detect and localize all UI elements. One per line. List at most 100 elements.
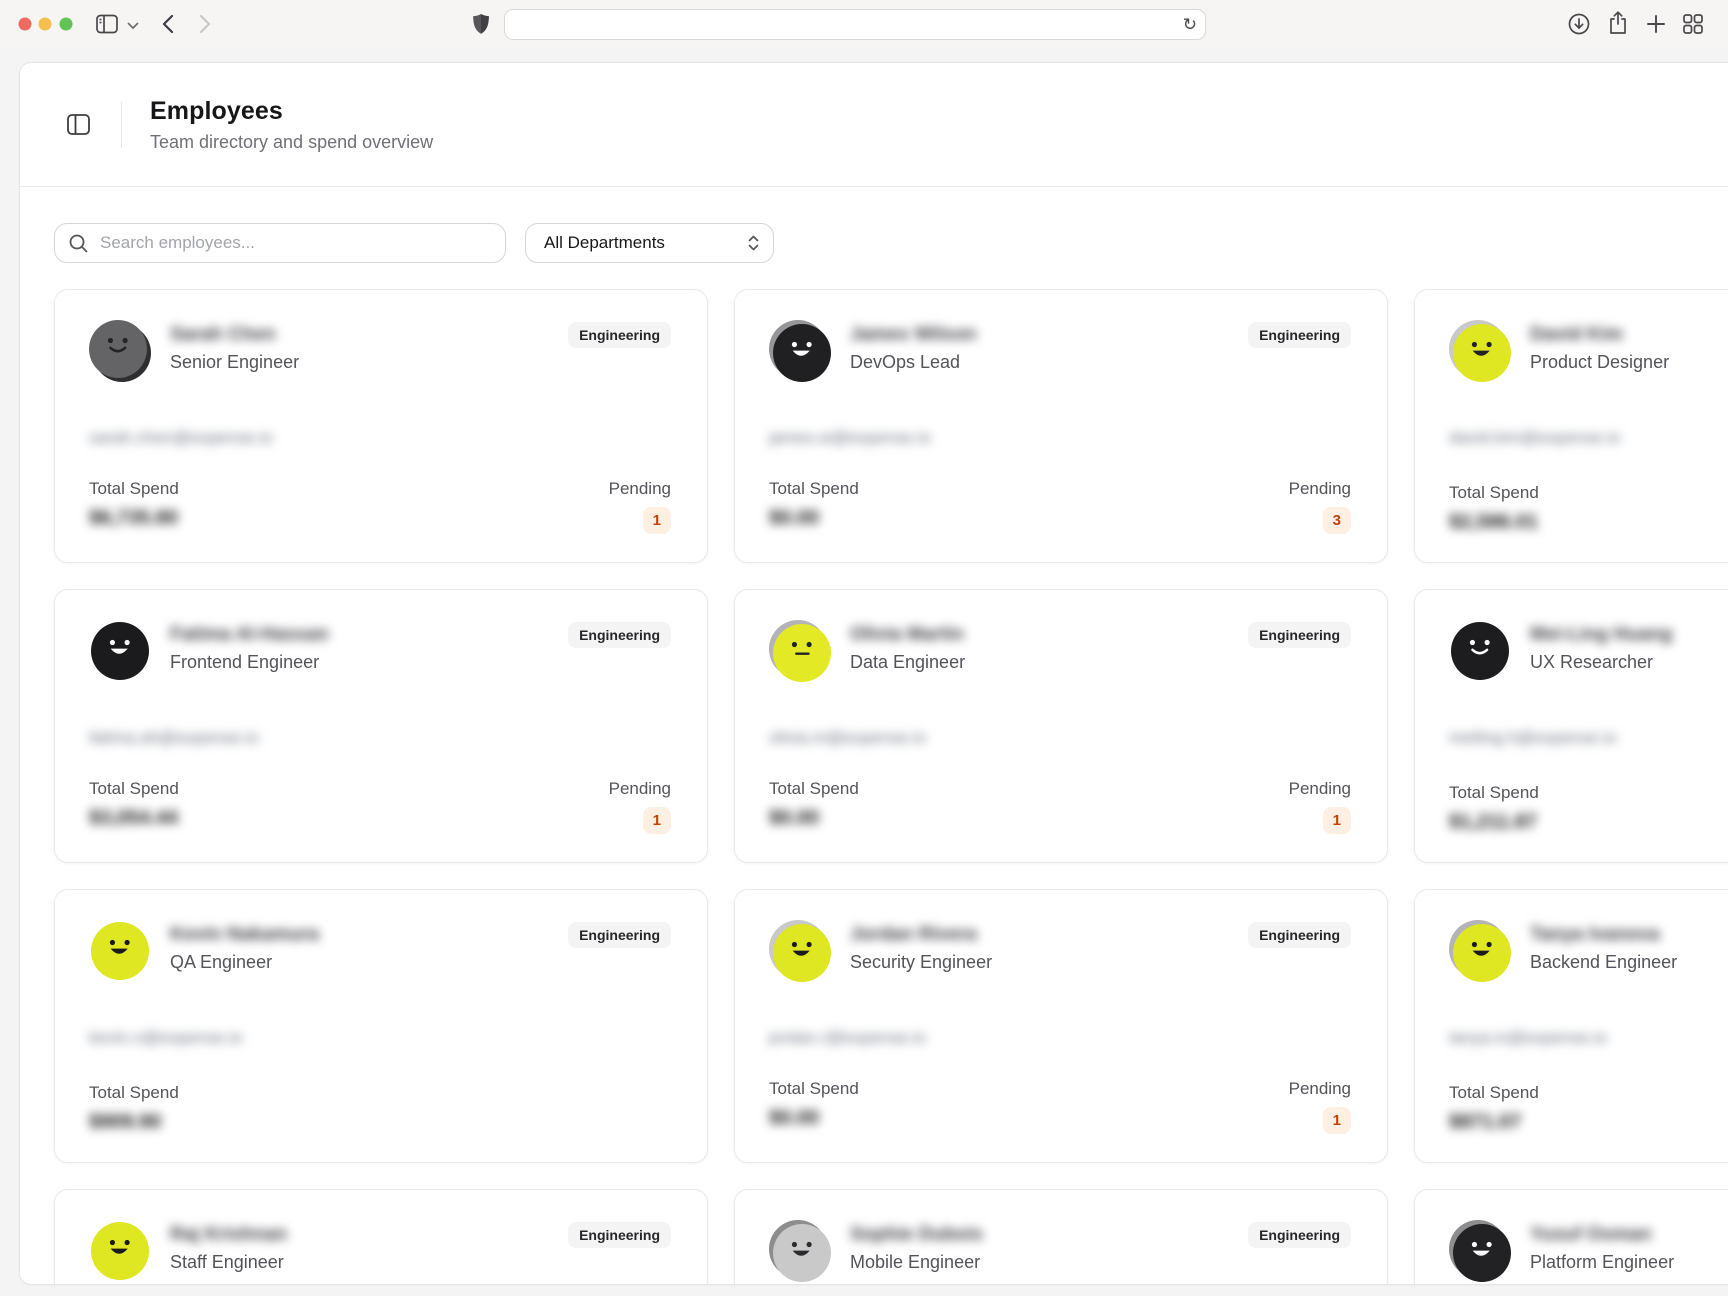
employee-role: Mobile Engineer xyxy=(850,1252,983,1273)
avatar xyxy=(89,1220,151,1282)
employee-email: kevin.n@expense.io xyxy=(89,1028,242,1048)
pending-count-badge: 1 xyxy=(643,807,671,834)
header-divider xyxy=(121,102,122,148)
reload-icon[interactable]: ↻ xyxy=(1183,15,1197,35)
department-badge: Engineering xyxy=(1248,922,1351,948)
employee-card[interactable]: Sophie Dubois Mobile Engineer Engineerin… xyxy=(734,1189,1388,1285)
window-zoom-button[interactable] xyxy=(60,18,73,31)
avatar xyxy=(89,620,151,682)
back-icon[interactable] xyxy=(163,15,174,34)
forward-icon[interactable] xyxy=(200,15,211,34)
pending-label: Pending xyxy=(1289,779,1351,799)
total-spend-value: $2,586.01 xyxy=(1449,511,1538,534)
address-bar[interactable]: ↻ xyxy=(504,9,1206,40)
employee-email: olivia.m@expense.io xyxy=(769,728,926,748)
employee-email: sarah.chen@expense.io xyxy=(89,428,273,448)
employee-name: Raj Krishnan xyxy=(170,1224,287,1246)
search-box[interactable] xyxy=(54,223,506,263)
page-title: Employees xyxy=(150,97,433,126)
employee-card[interactable]: Mei-Ling Huang UX Researcher Engineering… xyxy=(1414,589,1728,863)
employee-name: Fatima Al-Hassan xyxy=(170,624,329,646)
employee-email: fatima.ah@expense.io xyxy=(89,728,258,748)
department-filter-value: All Departments xyxy=(544,233,665,253)
employee-card[interactable]: Tanya Ivanova Backend Engineer Engineeri… xyxy=(1414,889,1728,1163)
avatar xyxy=(769,620,831,682)
total-spend-value: $909.90 xyxy=(89,1111,161,1134)
employee-card[interactable]: Yusuf Osman Platform Engineer Engineerin… xyxy=(1414,1189,1728,1285)
employee-card[interactable]: Kevin Nakamura QA Engineer Engineering k… xyxy=(54,889,708,1163)
employee-role: UX Researcher xyxy=(1530,652,1672,673)
employee-role: Security Engineer xyxy=(850,952,992,973)
tab-overview-icon[interactable] xyxy=(1683,14,1703,34)
search-input[interactable] xyxy=(100,233,491,253)
total-spend-label: Total Spend xyxy=(769,479,859,499)
employee-card[interactable]: James Wilson DevOps Lead Engineering jam… xyxy=(734,289,1388,563)
employee-role: Platform Engineer xyxy=(1530,1252,1674,1273)
employee-card[interactable]: Sarah Chen Senior Engineer Engineering s… xyxy=(54,289,708,563)
browser-toolbar: ↻ xyxy=(0,0,1728,49)
avatar xyxy=(1449,1220,1511,1282)
employee-role: Product Designer xyxy=(1530,352,1669,373)
sidebar-icon[interactable] xyxy=(96,15,118,34)
app-panel: Employees Team directory and spend overv… xyxy=(19,62,1728,1285)
downloads-icon[interactable] xyxy=(1569,14,1590,35)
avatar-face-icon xyxy=(788,1239,818,1261)
avatar-face-icon xyxy=(788,939,818,961)
pending-count-badge: 3 xyxy=(1323,507,1351,534)
window-close-button[interactable] xyxy=(19,18,32,31)
employee-card[interactable]: Raj Krishnan Staff Engineer Engineering … xyxy=(54,1189,708,1285)
employee-role: Senior Engineer xyxy=(170,352,299,373)
employee-card-grid: Sarah Chen Senior Engineer Engineering s… xyxy=(54,289,1728,1285)
avatar xyxy=(769,320,831,382)
employee-name: Olivia Martin xyxy=(850,624,965,646)
department-badge: Engineering xyxy=(568,622,671,648)
total-spend-value: $3,054.44 xyxy=(89,807,178,830)
avatar-face-icon xyxy=(106,637,136,659)
employee-card[interactable]: Olivia Martin Data Engineer Engineering … xyxy=(734,589,1388,863)
avatar xyxy=(1449,920,1511,982)
employee-name: James Wilson xyxy=(850,324,977,346)
employee-name: Mei-Ling Huang xyxy=(1530,624,1672,646)
employee-role: DevOps Lead xyxy=(850,352,977,373)
page-header: Employees Team directory and spend overv… xyxy=(20,63,1728,187)
total-spend-label: Total Spend xyxy=(89,479,179,499)
total-spend-label: Total Spend xyxy=(769,1079,859,1099)
avatar-face-icon xyxy=(106,937,136,959)
avatar xyxy=(89,920,151,982)
employee-card[interactable]: Fatima Al-Hassan Frontend Engineer Engin… xyxy=(54,589,708,863)
employee-card[interactable]: David Kim Product Designer Engineering d… xyxy=(1414,289,1728,563)
total-spend-value: $0.00 xyxy=(769,807,819,830)
new-tab-icon[interactable] xyxy=(1647,15,1665,33)
chevron-down-icon[interactable] xyxy=(128,23,139,30)
employee-email: james.w@expense.io xyxy=(769,428,931,448)
share-icon[interactable] xyxy=(1609,11,1628,35)
filter-toolbar: All Departments xyxy=(54,223,1728,263)
avatar xyxy=(89,320,151,382)
total-spend-label: Total Spend xyxy=(1449,483,1539,503)
pending-label: Pending xyxy=(1289,1079,1351,1099)
avatar-face-icon xyxy=(1468,939,1498,961)
pending-count-badge: 1 xyxy=(1323,807,1351,834)
shield-icon[interactable] xyxy=(473,14,490,35)
employee-role: Frontend Engineer xyxy=(170,652,329,673)
total-spend-label: Total Spend xyxy=(1449,783,1539,803)
employee-card[interactable]: Jordan Rivera Security Engineer Engineer… xyxy=(734,889,1388,1163)
employee-name: Yusuf Osman xyxy=(1530,1224,1674,1246)
employee-name: Sarah Chen xyxy=(170,324,299,346)
total-spend-label: Total Spend xyxy=(769,779,859,799)
employee-name: David Kim xyxy=(1530,324,1669,346)
employee-role: Backend Engineer xyxy=(1530,952,1677,973)
employee-role: QA Engineer xyxy=(170,952,319,973)
department-badge: Engineering xyxy=(568,322,671,348)
employee-email: tanya.iv@expense.io xyxy=(1449,1028,1607,1048)
department-filter-select[interactable]: All Departments xyxy=(525,223,774,263)
sidebar-toggle-button[interactable] xyxy=(65,112,91,138)
window-minimize-button[interactable] xyxy=(39,18,52,31)
avatar-face-icon xyxy=(106,1237,136,1259)
total-spend-value: $871.07 xyxy=(1449,1111,1521,1134)
avatar-face-icon xyxy=(1466,637,1496,659)
pending-label: Pending xyxy=(609,479,671,499)
employee-name: Jordan Rivera xyxy=(850,924,992,946)
pending-label: Pending xyxy=(1289,479,1351,499)
total-spend-label: Total Spend xyxy=(89,1083,179,1103)
